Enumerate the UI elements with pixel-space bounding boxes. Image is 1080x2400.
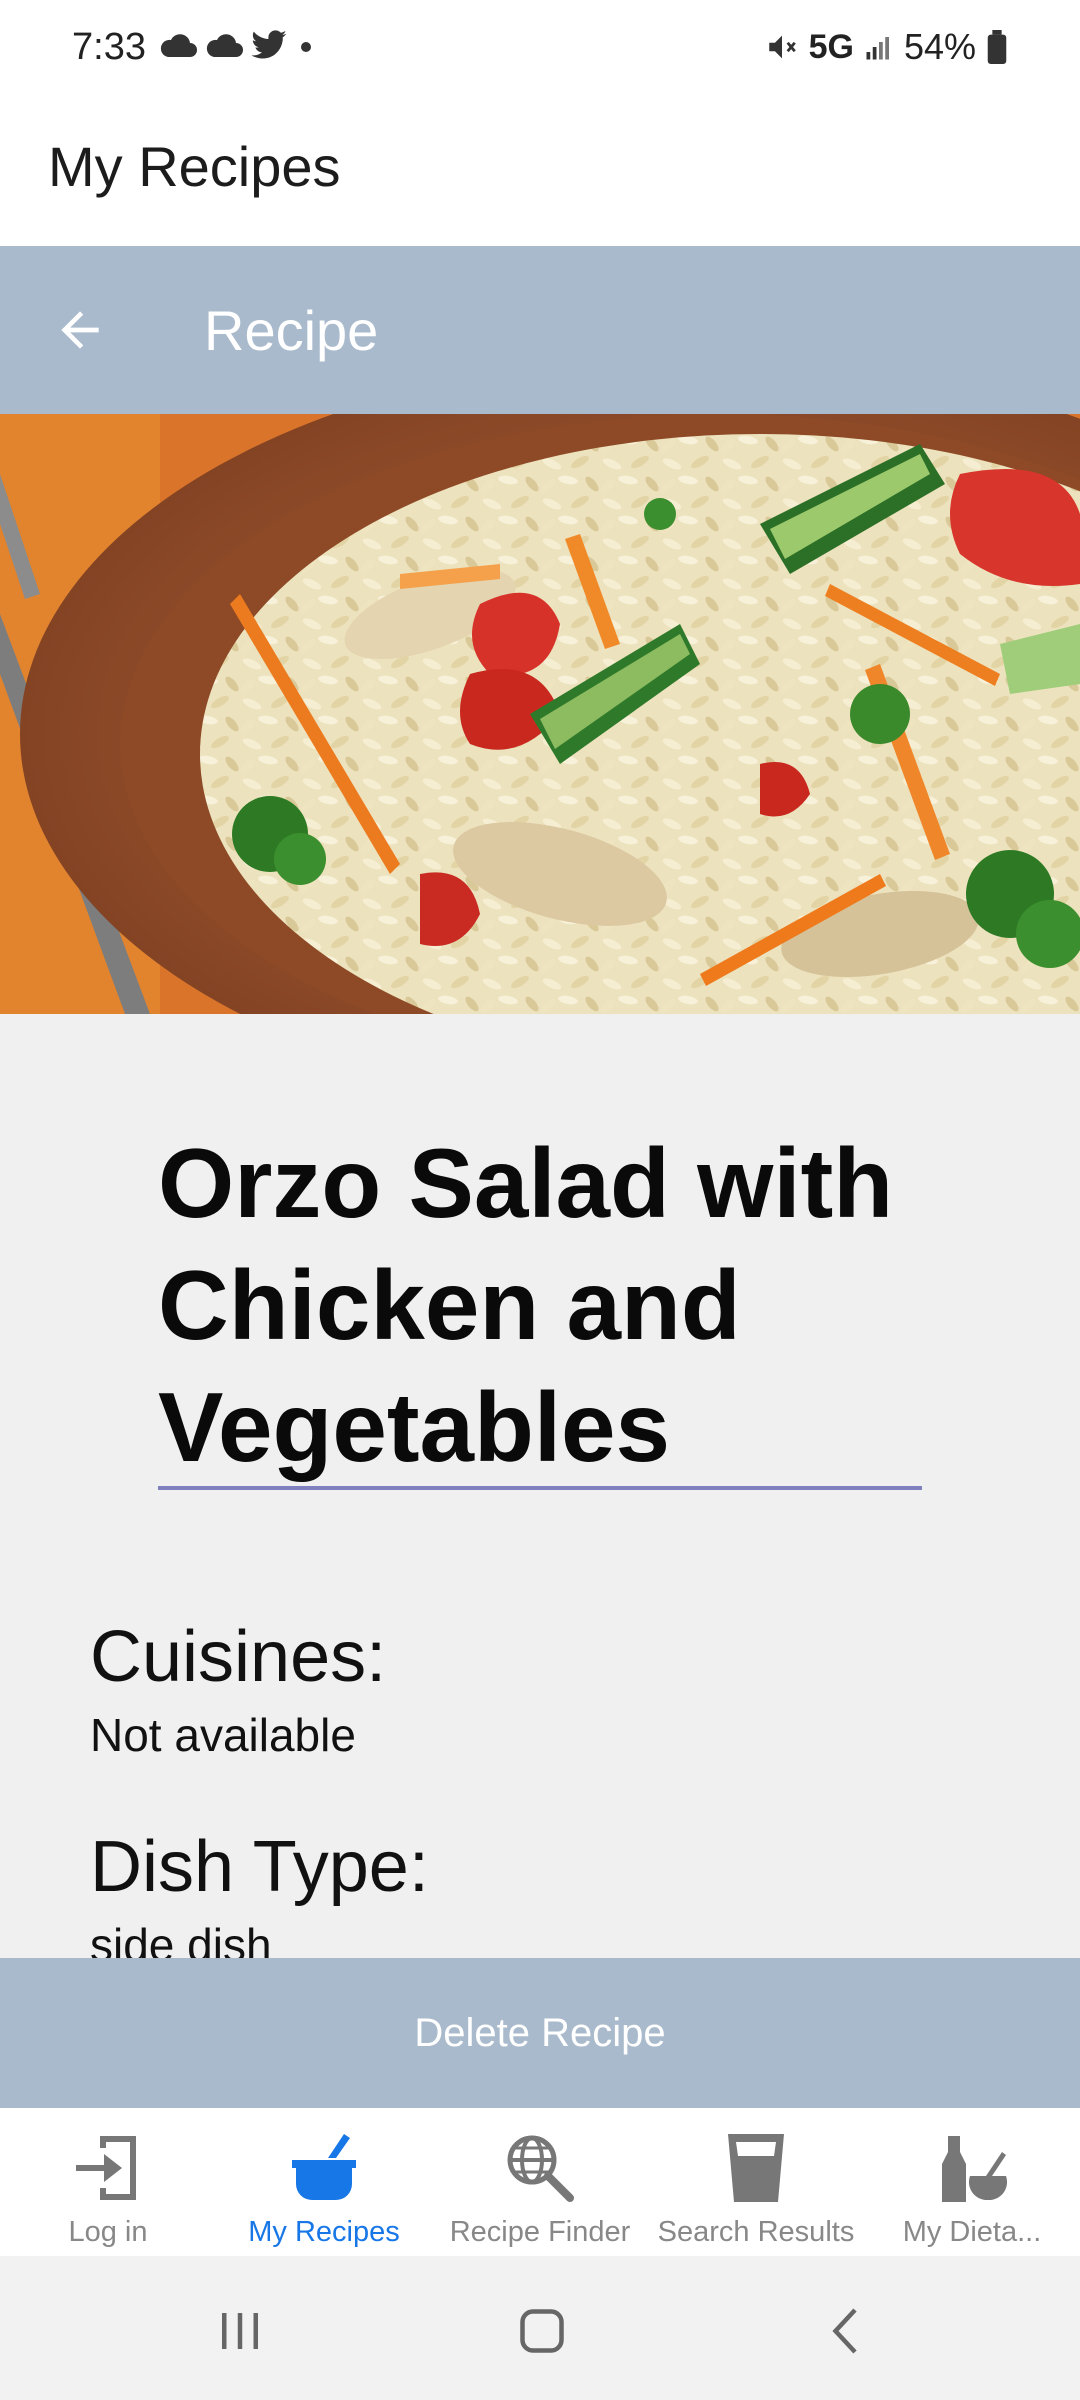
back-button[interactable] xyxy=(40,290,120,370)
dot-icon xyxy=(301,42,311,52)
home-button[interactable] xyxy=(502,2296,582,2366)
system-back-button[interactable] xyxy=(806,2296,886,2366)
nav-label: Recipe Finder xyxy=(449,2216,631,2248)
status-notification-icons xyxy=(158,30,318,62)
dish-type-value: side dish xyxy=(90,1919,272,1958)
login-icon xyxy=(76,2136,136,2200)
home-icon xyxy=(520,2309,564,2353)
nav-item-search-results[interactable]: Search Results xyxy=(648,2108,864,2256)
nav-label: My Dieta... xyxy=(902,2216,1042,2248)
twitter-icon xyxy=(251,30,287,59)
nav-item-login[interactable]: Log in xyxy=(0,2108,216,2256)
status-system-icons: 5G 54% xyxy=(765,26,1008,68)
toolbar-title: Recipe xyxy=(204,299,379,362)
nav-label: My Recipes xyxy=(248,2216,400,2248)
system-nav-bar xyxy=(0,2256,1080,2400)
title-underline xyxy=(158,1486,922,1490)
signal-icon xyxy=(866,37,889,60)
globe-search-icon xyxy=(507,2135,574,2202)
mute-icon xyxy=(768,35,796,59)
app-header: My Recipes xyxy=(0,98,1080,246)
nav-item-my-recipes[interactable]: My Recipes xyxy=(216,2108,432,2256)
dish-type-label: Dish Type: xyxy=(90,1827,429,1907)
cup-icon xyxy=(728,2134,784,2202)
recents-icon xyxy=(222,2313,258,2349)
bottom-nav: Log in My Recipes Recipe Finder Search R… xyxy=(0,2108,1080,2256)
back-icon xyxy=(832,2308,857,2354)
arrow-left-icon xyxy=(61,311,99,349)
app-title: My Recipes xyxy=(48,135,341,198)
recipe-toolbar: Recipe xyxy=(0,246,1080,414)
network-type: 5G xyxy=(808,27,854,66)
cuisines-label: Cuisines: xyxy=(90,1617,387,1697)
recents-button[interactable] xyxy=(200,2296,280,2366)
status-time: 7:33 xyxy=(72,26,146,68)
delete-recipe-button[interactable]: Delete Recipe xyxy=(0,1958,1080,2108)
nav-label: Log in xyxy=(68,2216,148,2248)
status-bar: 7:33 5G 54% xyxy=(0,0,1080,98)
nav-item-my-dietary[interactable]: My Dieta... xyxy=(864,2108,1080,2256)
nav-item-recipe-finder[interactable]: Recipe Finder xyxy=(432,2108,648,2256)
recipe-details: Orzo Salad with Chicken and Vegetables C… xyxy=(0,1014,1080,1958)
battery-percent: 54% xyxy=(903,26,976,67)
cloud-icon xyxy=(206,34,243,57)
recipe-title-field[interactable]: Orzo Salad with Chicken and Vegetables xyxy=(158,1122,922,1488)
battery-icon xyxy=(987,30,1007,64)
recipe-photo xyxy=(0,414,1080,1014)
cloud-icon xyxy=(160,34,197,57)
cooking-pot-icon xyxy=(292,2134,356,2200)
nav-label: Search Results xyxy=(657,2216,855,2248)
app-root: 7:33 5G 54% My Recipes Recipe Orzo Salad… xyxy=(0,0,1080,2400)
mortar-bottle-icon xyxy=(942,2136,1008,2202)
cuisines-value: Not available xyxy=(90,1709,356,1761)
